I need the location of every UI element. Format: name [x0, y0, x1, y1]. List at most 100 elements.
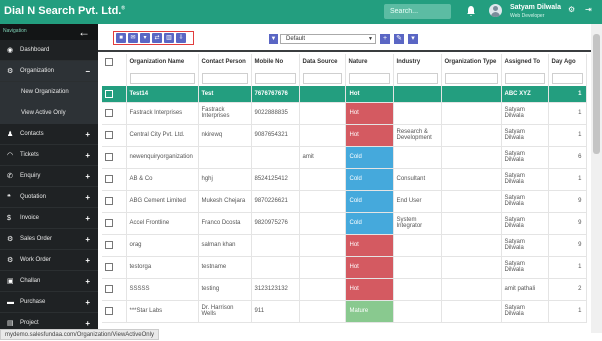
sidebar-item-contacts[interactable]: ♟ Contacts +	[0, 124, 98, 145]
select-all-icon[interactable]: ■	[116, 33, 126, 43]
row-checkbox[interactable]	[105, 263, 113, 271]
sidebar-item-new-organization[interactable]: New Organization	[0, 82, 98, 103]
logout-icon[interactable]: ⇥	[585, 5, 592, 14]
expand-plus-icon[interactable]: +	[85, 229, 90, 250]
cell-nature: Cold	[345, 168, 394, 191]
expand-plus-icon[interactable]: +	[85, 250, 90, 271]
row-checkbox[interactable]	[105, 175, 113, 183]
cell-mobile: 9087654321	[251, 124, 300, 147]
cell-days: 6	[548, 146, 587, 169]
row-checkbox[interactable]	[105, 153, 113, 161]
view-select[interactable]: Default ▼	[280, 34, 376, 44]
cell-nature: Hot	[345, 278, 394, 301]
sidebar-item-challan[interactable]: ▣ Challan +	[0, 271, 98, 292]
expand-plus-icon[interactable]: +	[85, 145, 90, 166]
row-checkbox[interactable]	[105, 197, 113, 205]
notification-bell-icon[interactable]	[466, 5, 476, 17]
column-filter-input[interactable]	[348, 72, 390, 84]
cell-industry	[393, 102, 442, 125]
column-header[interactable]: Nature	[345, 54, 394, 70]
row-checkbox[interactable]	[105, 89, 113, 98]
select-all-checkbox[interactable]	[105, 58, 113, 66]
edit-view-button[interactable]: ✎	[394, 34, 404, 44]
scrollbar-thumb[interactable]	[593, 34, 600, 154]
cell-contact: testname	[198, 256, 252, 279]
table-row[interactable]: testorga testname Hot Satyam Dilwala 1	[102, 256, 587, 279]
brand-name[interactable]: Dial N Search Pvt. Ltd.®	[4, 5, 125, 17]
table-row[interactable]: Accel Frontline Franco Dcosta 9820975276 Co…	[102, 212, 587, 235]
column-header[interactable]: Mobile No	[251, 54, 300, 70]
cell-industry	[393, 234, 442, 257]
row-checkbox[interactable]	[105, 109, 113, 117]
sidebar-menu: ◉ Dashboard ⚙ Organization − New Organization…	[0, 40, 98, 334]
row-checkbox[interactable]	[105, 131, 113, 139]
table-row[interactable]: Fastrack Interprises Fastrack Interprises…	[102, 102, 587, 125]
column-header[interactable]: Assigned To	[501, 54, 549, 70]
column-filter-input[interactable]	[396, 72, 438, 84]
cell-contact: testing	[198, 278, 252, 301]
row-checkbox-cell	[102, 146, 127, 169]
cell-contact: salman khan	[198, 234, 252, 257]
column-header[interactable]: Data Source	[299, 54, 346, 70]
row-checkbox[interactable]	[105, 285, 113, 293]
sidebar-item-work-order[interactable]: ⚙ Work Order +	[0, 250, 98, 271]
delete-icon[interactable]: ▾	[140, 33, 150, 43]
chart-icon[interactable]: ▥	[164, 33, 174, 43]
filter-icon[interactable]: ▼	[269, 34, 278, 44]
column-filter-input[interactable]	[129, 72, 195, 84]
table-row[interactable]: AB & Co hghj 8524125412 Cold Consultant Satya…	[102, 168, 587, 191]
vertical-scrollbar[interactable]	[591, 24, 602, 333]
column-filter-input[interactable]	[444, 72, 498, 84]
column-header[interactable]: Organization Type	[441, 54, 502, 70]
transfer-icon[interactable]: ⇄	[152, 33, 162, 43]
cell-mobile: 9820975276	[251, 212, 300, 235]
sidebar-item-invoice[interactable]: $ Invoice +	[0, 208, 98, 229]
expand-plus-icon[interactable]: +	[85, 271, 90, 292]
column-filter-input[interactable]	[551, 72, 583, 84]
delete-view-button[interactable]: ▾	[408, 34, 418, 44]
column-filter-input[interactable]	[302, 72, 342, 84]
sidebar-item-quotation[interactable]: ❝ Quotation +	[0, 187, 98, 208]
user-avatar[interactable]	[489, 4, 502, 17]
row-checkbox[interactable]	[105, 307, 113, 315]
search-input[interactable]	[384, 4, 451, 19]
sidebar-item-dashboard[interactable]: ◉ Dashboard	[0, 40, 98, 61]
table-row[interactable]: ***Star Labs Dr. Harrison Wells 911 Mature S…	[102, 300, 587, 323]
sidebar-item-tickets[interactable]: ◠ Tickets +	[0, 145, 98, 166]
table-row[interactable]: newenquiryorganization amit Cold Satyam Dil…	[102, 146, 587, 169]
table-row[interactable]: Central City Pvt. Ltd. nkirewq 9087654321 H…	[102, 124, 587, 147]
expand-plus-icon[interactable]: +	[85, 187, 90, 208]
sidebar-item-purchase[interactable]: ▬ Purchase +	[0, 292, 98, 313]
column-filter-input[interactable]	[201, 72, 248, 84]
export-icon[interactable]: ⇩	[176, 33, 186, 43]
filter-cell	[198, 70, 252, 86]
table-row[interactable]: ABG Cement Limited Mukesh Chejara 98702266…	[102, 190, 587, 213]
sidebar-item-enquiry[interactable]: ✆ Enquiry +	[0, 166, 98, 187]
settings-gear-icon[interactable]: ⚙	[568, 5, 575, 14]
table-row[interactable]: orag salman khan Hot Satyam Dilwala 9	[102, 234, 587, 257]
expand-plus-icon[interactable]: +	[85, 166, 90, 187]
cell-type	[441, 102, 502, 125]
column-filter-input[interactable]	[254, 72, 296, 84]
column-filter-input[interactable]	[504, 72, 545, 84]
email-icon[interactable]: ✉	[128, 33, 138, 43]
expand-plus-icon[interactable]: +	[85, 292, 90, 313]
expand-plus-icon[interactable]: +	[85, 124, 90, 145]
table-row[interactable]: SSSSS testing 3123123132 Hot amit pathali 2	[102, 278, 587, 301]
sidebar-item-sales-order[interactable]: ⚙ Sales Order +	[0, 229, 98, 250]
user-name[interactable]: Satyam Dilwala	[510, 4, 561, 11]
row-checkbox[interactable]	[105, 219, 113, 227]
add-view-button[interactable]: +	[380, 34, 390, 44]
column-header[interactable]: Contact Person	[198, 54, 252, 70]
collapse-arrow-icon[interactable]: ←	[78, 25, 90, 39]
row-checkbox[interactable]	[105, 241, 113, 249]
sidebar-item-view-active-only[interactable]: View Active Only	[0, 103, 98, 124]
expand-plus-icon[interactable]: +	[85, 208, 90, 229]
table-row[interactable]: Test14 Test 7676767676 Hot ABC XYZ 1	[102, 86, 587, 103]
organization-icon: ⚙	[7, 68, 14, 75]
collapse-minus-icon[interactable]: −	[85, 61, 90, 82]
column-header[interactable]: Industry	[393, 54, 442, 70]
sidebar-item-organization[interactable]: ⚙ Organization −	[0, 61, 98, 82]
column-header[interactable]: Day Ago	[548, 54, 587, 70]
column-header[interactable]: Organization Name	[126, 54, 199, 70]
